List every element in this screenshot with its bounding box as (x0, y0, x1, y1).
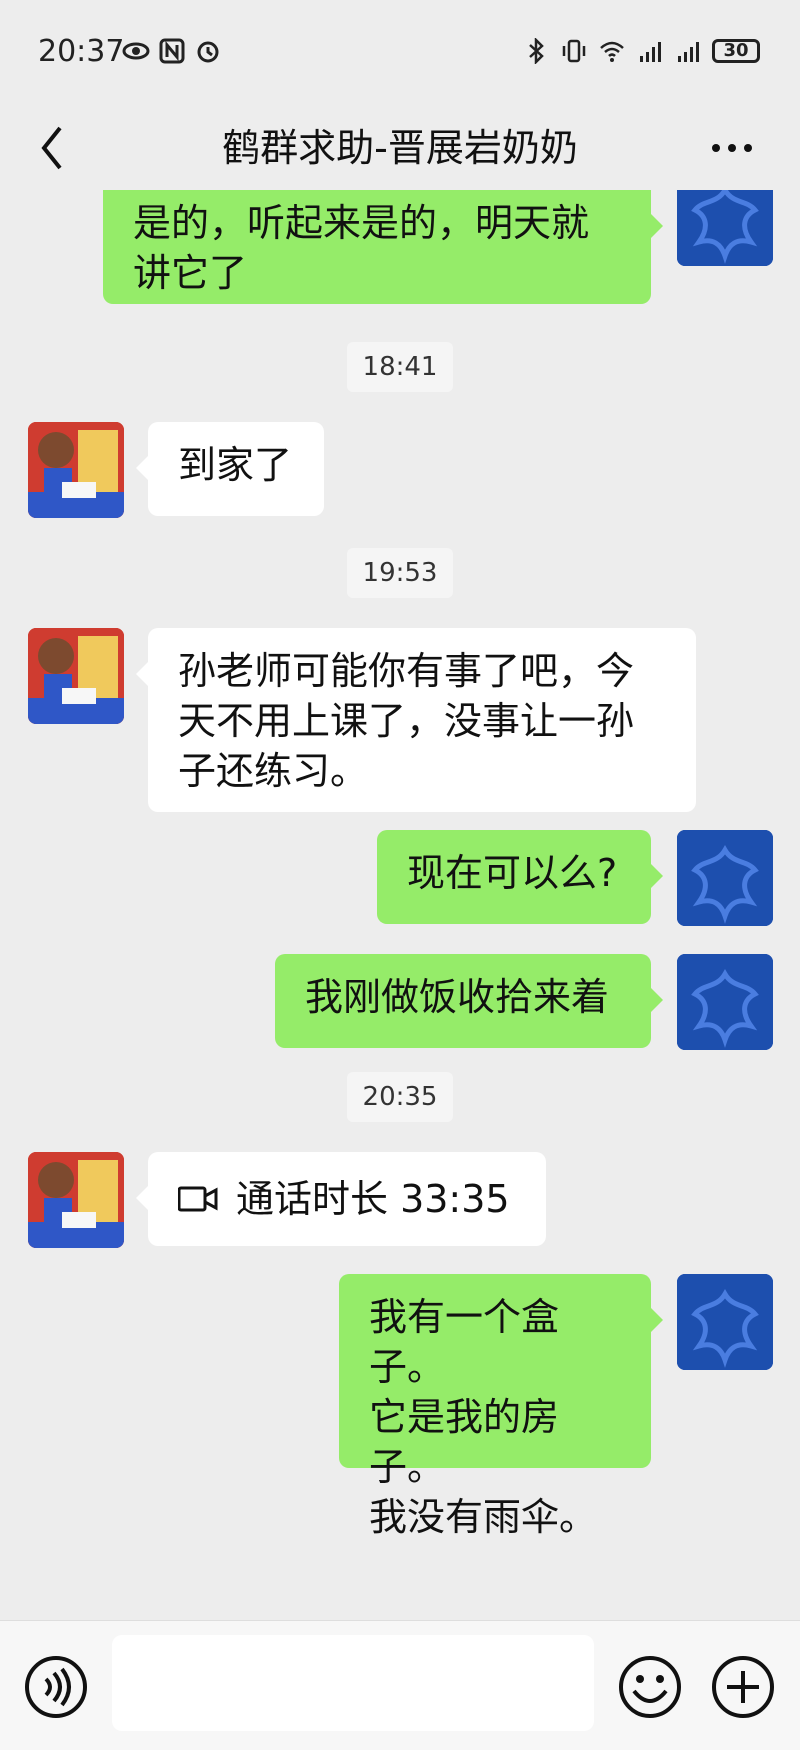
bluetooth-icon (529, 38, 544, 64)
wifi-icon (600, 41, 624, 62)
timestamp: 19:53 (0, 548, 800, 598)
status-left-icons (122, 38, 222, 64)
timestamp: 20:35 (0, 1072, 800, 1122)
timestamp: 18:41 (0, 342, 800, 392)
status-bar: 20:37 30 (0, 0, 800, 104)
message-bubble-received[interactable]: 到家了 (136, 422, 324, 516)
avatar-self[interactable] (677, 954, 773, 1050)
avatar-self[interactable] (677, 1274, 773, 1370)
message-bubble-sent[interactable]: 现在可以么? (377, 830, 663, 924)
battery-indicator: 30 (712, 39, 760, 63)
more-icon[interactable] (708, 136, 756, 160)
avatar-contact[interactable] (28, 1152, 124, 1248)
call-duration-text: 通话时长 33:35 (236, 1177, 510, 1221)
message-bubble-sent[interactable]: 我有一个盒子。 它是我的房子。 我没有雨伞。 (339, 1274, 663, 1539)
emoji-icon[interactable] (618, 1655, 682, 1719)
chat-title: 鹤群求助-晋展岩奶奶 (222, 126, 578, 170)
signal-5g-icon-2 (678, 42, 699, 62)
nfc-icon (159, 38, 185, 64)
voice-input-icon[interactable] (24, 1655, 88, 1719)
signal-5g-icon-1 (640, 42, 661, 62)
avatar-contact[interactable] (28, 422, 124, 518)
alarm-icon (197, 41, 219, 63)
call-record-bubble[interactable]: 通话时长 33:35 (136, 1152, 546, 1246)
message-bubble-received[interactable]: 孙老师可能你有事了吧，今 天不用上课了，没事让一孙 子还练习。 (136, 628, 696, 812)
status-right-icons: 30 (522, 38, 760, 64)
eye-icon (122, 42, 150, 60)
chat-header: 鹤群求助-晋展岩奶奶 (0, 104, 800, 190)
message-list[interactable]: 是的，听起来是的，明天就 讲它了 18:41 到家了 19:53 孙老师可能你有… (0, 190, 800, 1620)
avatar-contact[interactable] (28, 628, 124, 724)
video-call-icon (178, 1186, 218, 1212)
message-input[interactable] (112, 1635, 594, 1731)
avatar-self[interactable] (677, 190, 773, 266)
plus-icon[interactable] (711, 1655, 775, 1719)
vibrate-icon (562, 39, 586, 63)
message-bubble-sent[interactable]: 是的，听起来是的，明天就 讲它了 (103, 190, 663, 304)
message-bubble-sent[interactable]: 我刚做饭收拾来着 (275, 954, 663, 1048)
back-icon[interactable] (34, 122, 70, 174)
status-time: 20:37 (38, 34, 125, 69)
avatar-self[interactable] (677, 830, 773, 926)
input-bar (0, 1620, 800, 1750)
